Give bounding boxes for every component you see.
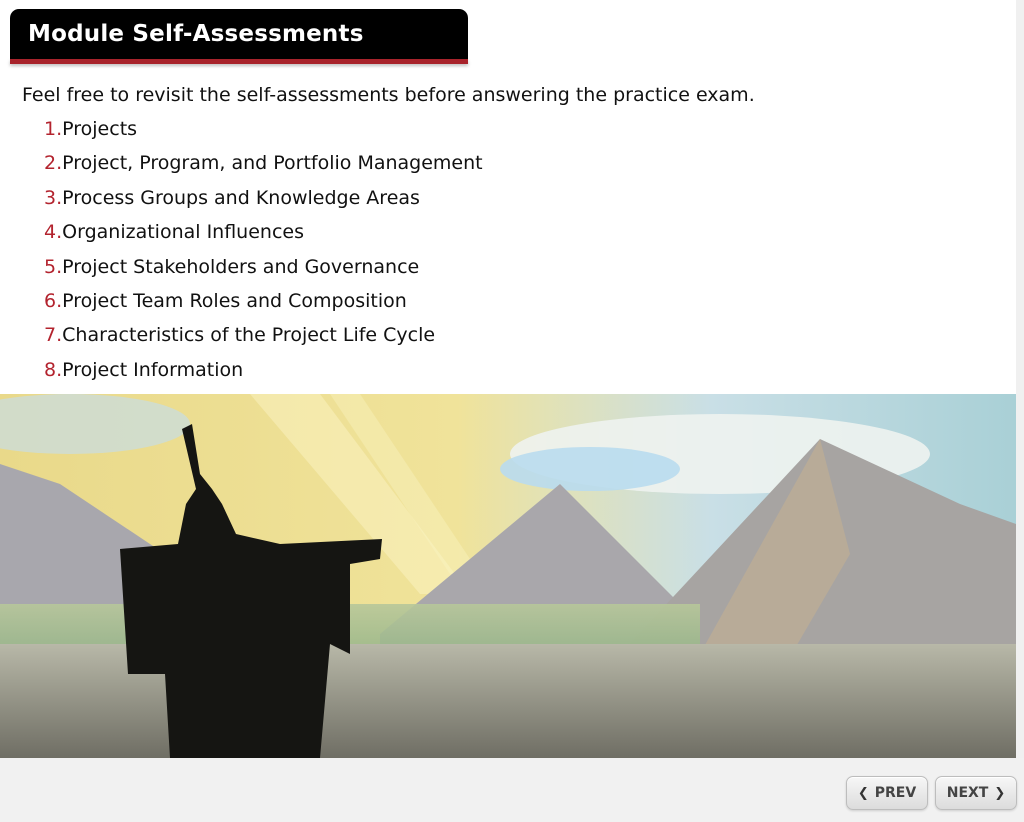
module-number: 8. [44, 358, 63, 381]
module-link[interactable]: Projects [62, 118, 137, 140]
next-button[interactable]: NEXT ❯ [935, 776, 1017, 810]
module-number: 2. [44, 152, 63, 175]
module-number: 6. [44, 289, 63, 312]
title-underline [10, 59, 468, 64]
module-number: 5. [44, 255, 63, 278]
scrollbar-track[interactable] [1016, 0, 1024, 758]
module-link[interactable]: Project Information [62, 359, 243, 381]
module-item[interactable]: 1.Projects [44, 116, 483, 150]
title-banner: Module Self-Assessments [10, 9, 468, 64]
cloud [500, 447, 680, 491]
module-list: 1.Projects 2.Project, Program, and Portf… [44, 116, 483, 391]
prev-button[interactable]: ❮ PREV [846, 776, 928, 810]
chevron-right-icon: ❯ [994, 785, 1006, 801]
module-item[interactable]: 7.Characteristics of the Project Life Cy… [44, 322, 483, 356]
module-item[interactable]: 8.Project Information [44, 357, 483, 391]
module-link[interactable]: Characteristics of the Project Life Cycl… [62, 324, 435, 346]
chevron-left-icon: ❮ [857, 785, 869, 801]
module-link[interactable]: Project Team Roles and Composition [62, 290, 407, 312]
illustration [0, 394, 1016, 758]
module-number: 4. [44, 221, 63, 244]
module-item[interactable]: 3.Process Groups and Knowledge Areas [44, 185, 483, 219]
module-item[interactable]: 2.Project, Program, and Portfolio Manage… [44, 150, 483, 184]
module-number: 1. [44, 118, 63, 140]
prev-label: PREV [874, 785, 917, 801]
illustration-svg [0, 394, 1016, 758]
content-area: Module Self-Assessments Feel free to rev… [0, 0, 1016, 758]
module-number: 7. [44, 324, 63, 347]
module-link[interactable]: Project Stakeholders and Governance [62, 256, 419, 278]
next-label: NEXT [946, 785, 989, 801]
module-number: 3. [44, 186, 63, 209]
module-item[interactable]: 5.Project Stakeholders and Governance [44, 254, 483, 288]
module-link[interactable]: Process Groups and Knowledge Areas [62, 187, 420, 209]
module-item[interactable]: 6.Project Team Roles and Composition [44, 288, 483, 322]
module-link[interactable]: Organizational Influences [62, 221, 304, 243]
page-title: Module Self-Assessments [28, 21, 364, 47]
module-item[interactable]: 4.Organizational Influences [44, 219, 483, 253]
module-link[interactable]: Project, Program, and Portfolio Manageme… [62, 152, 482, 174]
intro-text: Feel free to revisit the self-assessment… [22, 84, 755, 106]
